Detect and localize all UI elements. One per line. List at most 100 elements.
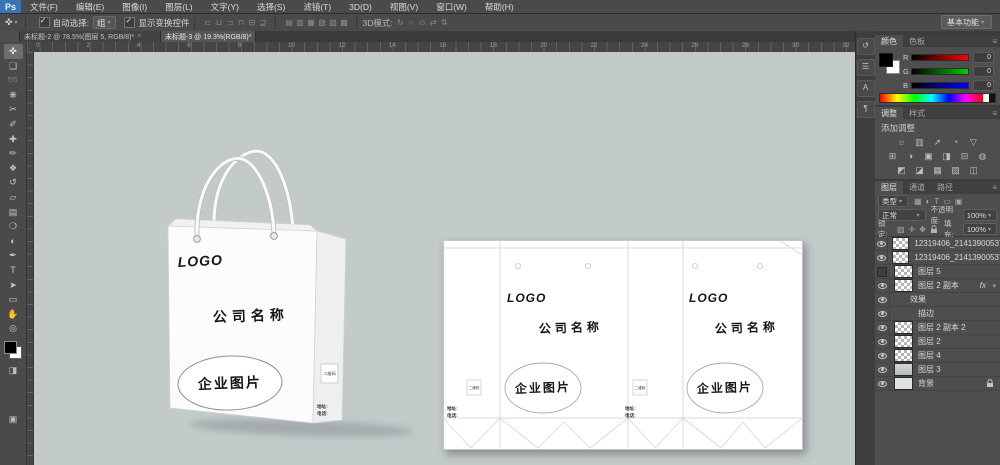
blue-value-field[interactable]: 0 <box>973 79 994 91</box>
eye-icon[interactable] <box>877 310 887 317</box>
opacity-field[interactable]: 100% ▾ <box>962 209 997 221</box>
layer-thumbnail[interactable] <box>892 251 910 264</box>
layer-row[interactable]: 图层 4 <box>875 349 1000 363</box>
close-icon[interactable]: × <box>137 33 141 40</box>
layer-row[interactable]: 描边 <box>875 307 1000 321</box>
screen-mode-icon[interactable]: ▣ <box>4 414 23 425</box>
layer-thumbnail[interactable] <box>892 237 910 250</box>
threshold-icon[interactable]: ▦ <box>931 165 944 176</box>
exposure-icon[interactable]: ◔ <box>949 137 962 147</box>
visibility-cell[interactable] <box>875 251 889 264</box>
layer-row[interactable]: 图层 2 <box>875 335 1000 349</box>
color-balance-icon[interactable]: ◑ <box>904 151 917 161</box>
eye-hidden-box[interactable] <box>877 266 887 277</box>
visibility-cell[interactable] <box>875 279 890 292</box>
black-white-icon[interactable]: ▣ <box>922 151 935 162</box>
type-tool[interactable]: T <box>4 263 23 278</box>
brightness-contrast-icon[interactable]: ☼ <box>895 137 908 147</box>
visibility-cell[interactable] <box>875 363 890 376</box>
panel-menu-icon[interactable]: ≡ <box>992 181 1000 194</box>
layer-thumbnail[interactable] <box>894 377 913 390</box>
3d-roll-icon[interactable]: ○ <box>406 18 417 27</box>
red-value-field[interactable]: 0 <box>973 51 994 63</box>
green-slider[interactable] <box>911 67 969 75</box>
green-value-field[interactable]: 0 <box>973 65 994 77</box>
properties-panel-icon[interactable]: ☰ <box>856 59 875 76</box>
fill-field[interactable]: 100% ▾ <box>962 223 998 235</box>
menu-item[interactable]: 图像(I) <box>113 1 156 13</box>
crop-tool[interactable]: ✂ <box>4 102 23 117</box>
align-top-icon[interactable]: ⊓ <box>235 18 246 27</box>
tab-paths[interactable]: 路径 <box>931 181 959 194</box>
eye-icon[interactable] <box>877 324 887 331</box>
blue-slider[interactable] <box>911 81 969 89</box>
lock-position-icon[interactable]: ✥ <box>919 225 926 234</box>
hue-saturation-icon[interactable]: ⊞ <box>886 151 899 162</box>
menu-item[interactable]: 滤镜(T) <box>294 1 340 13</box>
curves-icon[interactable]: ➚ <box>931 137 944 148</box>
gradient-map-icon[interactable]: ▨ <box>949 165 962 176</box>
path-selection-tool[interactable]: ➤ <box>4 278 23 293</box>
rainbow-ramp[interactable] <box>880 94 983 102</box>
auto-select-dropdown[interactable]: 组 ▾ <box>92 16 117 29</box>
layer-row[interactable]: 图层 5 <box>875 265 1000 279</box>
color-spectrum-ramp[interactable] <box>879 93 996 103</box>
tab-layers[interactable]: 图层 <box>875 181 903 194</box>
distribute-center-icon[interactable]: ▨ <box>327 18 338 27</box>
preset-caret-icon[interactable]: ▾ <box>15 19 18 26</box>
dodge-tool[interactable]: ◐ <box>4 234 23 249</box>
visibility-cell[interactable] <box>875 237 889 250</box>
layer-row[interactable]: 图层 2 副本 2 <box>875 321 1000 335</box>
visibility-cell[interactable] <box>875 321 890 334</box>
eyedropper-tool[interactable]: ✐ <box>4 117 23 132</box>
filter-type-dropdown[interactable]: 类型 ▾ <box>878 195 909 207</box>
vibrance-icon[interactable]: ▽ <box>967 137 980 148</box>
layer-row[interactable]: 图层 3 <box>875 363 1000 377</box>
channel-mixer-icon[interactable]: ⊟ <box>958 151 971 162</box>
photoshop-logo[interactable]: Ps <box>0 0 21 13</box>
align-left-icon[interactable]: ⊏ <box>202 18 213 27</box>
blur-tool[interactable]: ❍ <box>4 219 23 234</box>
toolbar-collapse-handle[interactable] <box>0 31 20 42</box>
tab-styles[interactable]: 样式 <box>903 107 931 119</box>
layer-row[interactable]: 12319406_21413900537… <box>875 251 1000 265</box>
eye-icon[interactable] <box>877 338 887 345</box>
selective-color-icon[interactable]: ◫ <box>967 165 980 176</box>
align-center-icon[interactable]: ⊔ <box>213 18 224 27</box>
eye-icon[interactable] <box>877 366 887 373</box>
eye-icon[interactable] <box>877 282 887 289</box>
layer-thumbnail[interactable] <box>894 363 913 376</box>
distribute-left-icon[interactable]: ▧ <box>316 18 327 27</box>
eye-icon[interactable] <box>877 380 887 387</box>
red-slider[interactable] <box>911 53 969 61</box>
quick-mask-icon[interactable]: ◨ <box>4 365 23 376</box>
rectangular-marquee-tool[interactable]: ❏ <box>4 59 23 74</box>
distribute-right-icon[interactable]: ▩ <box>338 18 349 27</box>
align-bottom-icon[interactable]: ⊒ <box>257 18 268 27</box>
menu-item[interactable]: 文件(F) <box>21 1 67 13</box>
pen-tool[interactable]: ✒ <box>4 248 23 263</box>
menu-item[interactable]: 3D(D) <box>340 2 381 12</box>
menu-item[interactable]: 选择(S) <box>248 1 294 13</box>
menu-item[interactable]: 帮助(H) <box>476 1 523 13</box>
tab-swatches[interactable]: 色板 <box>903 35 931 47</box>
visibility-cell[interactable] <box>875 349 890 362</box>
foreground-color-swatch[interactable] <box>4 340 17 354</box>
history-brush-tool[interactable]: ↺ <box>4 175 23 190</box>
layer-row[interactable]: 效果 <box>875 293 1000 307</box>
layer-thumbnail[interactable] <box>894 321 913 334</box>
visibility-cell[interactable] <box>875 335 890 348</box>
tool-color-swatches[interactable] <box>4 340 22 359</box>
shape-tool[interactable]: ▭ <box>4 292 23 307</box>
layer-row[interactable]: 背景 <box>875 377 1000 391</box>
tab-channels[interactable]: 通道 <box>903 181 931 194</box>
tab-adjustments[interactable]: 调整 <box>875 107 903 119</box>
character-panel-icon[interactable]: A <box>856 80 875 97</box>
menu-item[interactable]: 视图(V) <box>381 1 427 13</box>
posterize-icon[interactable]: ◪ <box>913 165 926 176</box>
3d-drag-icon[interactable]: ◇ <box>417 18 428 27</box>
align-right-icon[interactable]: ⊐ <box>224 18 235 27</box>
invert-icon[interactable]: ◩ <box>895 165 908 176</box>
fx-collapse-icon[interactable]: ▾ <box>992 282 996 290</box>
distribute-top-icon[interactable]: ▤ <box>283 18 294 27</box>
